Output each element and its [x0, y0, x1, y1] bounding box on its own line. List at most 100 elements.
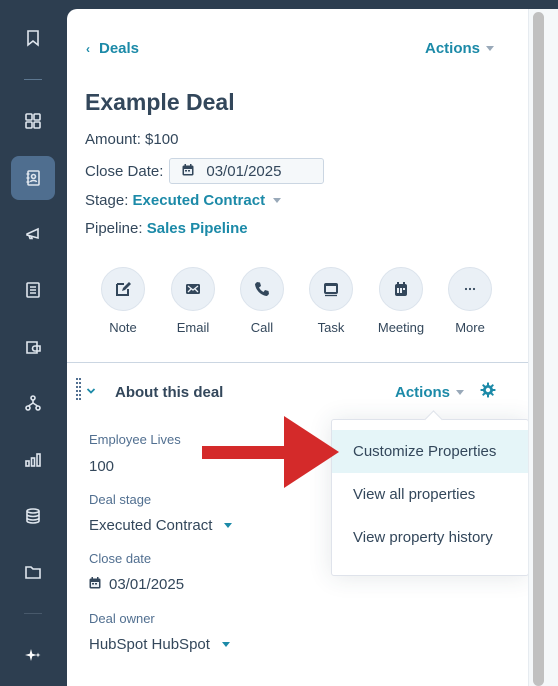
deal-owner-dropdown[interactable]: HubSpot HubSpot — [89, 636, 230, 653]
actions-dropdown-menu: Customize Properties View all properties… — [331, 419, 529, 576]
top-bar — [0, 0, 558, 9]
close-date-input[interactable]: 03/01/2025 — [169, 158, 325, 184]
drag-handle-icon[interactable] — [76, 378, 81, 404]
close-date-field[interactable]: 03/01/2025 — [89, 576, 184, 593]
email-button-circle — [171, 267, 215, 311]
section-actions-button[interactable]: Actions — [395, 384, 465, 401]
task-icon — [324, 283, 338, 297]
deal-owner-label: Deal owner — [89, 611, 155, 626]
sidebar-item-data-management[interactable] — [11, 494, 55, 538]
meeting-label: Meeting — [377, 320, 425, 335]
sidebar-divider — [24, 79, 42, 80]
stage-dropdown[interactable]: Executed Contract — [133, 192, 266, 209]
sidebar-item-commerce[interactable] — [11, 325, 55, 369]
amount-line: Amount: $100 — [85, 131, 178, 148]
note-button-circle — [101, 267, 145, 311]
more-button-circle — [448, 267, 492, 311]
meeting-calendar-icon — [395, 282, 407, 296]
sidebar-item-content[interactable] — [11, 268, 55, 312]
pipeline-label: Pipeline: — [85, 220, 143, 237]
annotation-arrow-icon — [202, 416, 339, 488]
employee-lives-label: Employee Lives — [89, 432, 181, 447]
phone-icon — [255, 282, 269, 296]
sidebar-item-marketing[interactable] — [11, 212, 55, 256]
chevron-left-icon: ‹ — [86, 41, 90, 56]
app-window: ‹ Deals Actions Example Deal Amount: $10… — [0, 0, 558, 686]
section-actions-label: Actions — [395, 384, 451, 401]
header-actions-label: Actions — [425, 40, 481, 57]
sidebar-divider — [24, 613, 42, 614]
chevron-down-icon — [86, 388, 96, 394]
caret-down-icon — [273, 198, 282, 203]
content-icon — [26, 282, 40, 298]
more-button[interactable]: More — [440, 267, 500, 335]
meeting-button[interactable]: Meeting — [371, 267, 431, 335]
menu-item-view-all-properties[interactable]: View all properties — [332, 473, 528, 516]
contacts-book-icon — [26, 170, 40, 186]
close-date-field-label: Close date — [89, 551, 152, 566]
stage-label: Stage: — [85, 192, 129, 209]
sidebar-item-library[interactable] — [11, 550, 55, 594]
caret-down-icon — [221, 642, 230, 647]
grid-icon — [25, 113, 41, 129]
sidebar-item-bookmarks[interactable] — [11, 16, 55, 60]
settings-gear-button[interactable] — [480, 382, 496, 403]
email-label: Email — [176, 320, 210, 335]
reporting-icon — [25, 453, 41, 467]
amount-label: Amount: — [85, 131, 141, 148]
data-management-icon — [26, 508, 40, 524]
bookmark-icon — [27, 30, 39, 47]
section-divider — [67, 362, 528, 363]
calendar-icon — [182, 163, 194, 180]
sidebar-item-automations[interactable] — [11, 381, 55, 425]
menu-item-customize-properties[interactable]: Customize Properties — [332, 430, 528, 473]
deal-stage-label: Deal stage — [89, 492, 152, 507]
ai-sparkle-icon — [25, 649, 41, 661]
note-edit-icon — [116, 282, 131, 296]
close-date-label: Close Date: — [85, 162, 164, 180]
sidebar-item-reporting[interactable] — [11, 438, 55, 482]
employee-lives-value[interactable]: 100 — [89, 458, 114, 475]
call-button-circle — [240, 267, 284, 311]
close-date-line: Close Date: 03/01/2025 — [85, 158, 325, 184]
more-ellipsis-icon — [464, 287, 476, 291]
sidebar-nav — [0, 0, 67, 686]
call-label: Call — [250, 320, 274, 335]
note-label: Note — [109, 320, 137, 335]
record-title: Example Deal — [85, 89, 235, 115]
amount-value: $100 — [145, 131, 179, 148]
email-button[interactable]: Email — [163, 267, 223, 335]
close-date-value: 03/01/2025 — [206, 162, 282, 180]
employee-lives-text: 100 — [89, 458, 115, 475]
task-label: Task — [317, 320, 345, 335]
sidebar-item-crm[interactable] — [11, 156, 55, 200]
caret-down-icon — [456, 390, 465, 395]
deal-stage-value: Executed Contract — [89, 517, 213, 534]
automation-icon — [25, 395, 41, 411]
caret-down-icon — [224, 523, 233, 528]
record-panel: ‹ Deals Actions Example Deal Amount: $10… — [67, 9, 529, 686]
sidebar-item-workspaces[interactable] — [11, 99, 55, 143]
stage-line: Stage: Executed Contract — [85, 192, 282, 209]
deal-owner-value: HubSpot HubSpot — [89, 636, 210, 653]
call-button[interactable]: Call — [232, 267, 292, 335]
back-to-deals-link[interactable]: ‹ Deals — [86, 40, 139, 57]
task-button-circle — [309, 267, 353, 311]
close-date-field-value: 03/01/2025 — [109, 576, 185, 593]
caret-down-icon — [486, 46, 495, 51]
library-folder-icon — [25, 566, 41, 579]
sidebar-item-ai[interactable] — [11, 633, 55, 677]
scrollbar-thumb[interactable] — [533, 12, 544, 686]
back-link-label: Deals — [99, 40, 140, 57]
task-button[interactable]: Task — [301, 267, 361, 335]
email-icon — [186, 284, 200, 294]
megaphone-icon — [26, 227, 39, 240]
deal-stage-dropdown[interactable]: Executed Contract — [89, 517, 233, 534]
pipeline-link[interactable]: Sales Pipeline — [147, 220, 248, 237]
note-button[interactable]: Note — [93, 267, 153, 335]
gear-icon — [480, 382, 496, 398]
menu-item-view-property-history[interactable]: View property history — [332, 516, 528, 559]
header-actions-button[interactable]: Actions — [425, 40, 495, 57]
section-collapse-toggle[interactable] — [86, 382, 96, 400]
pipeline-line: Pipeline: Sales Pipeline — [85, 220, 248, 237]
